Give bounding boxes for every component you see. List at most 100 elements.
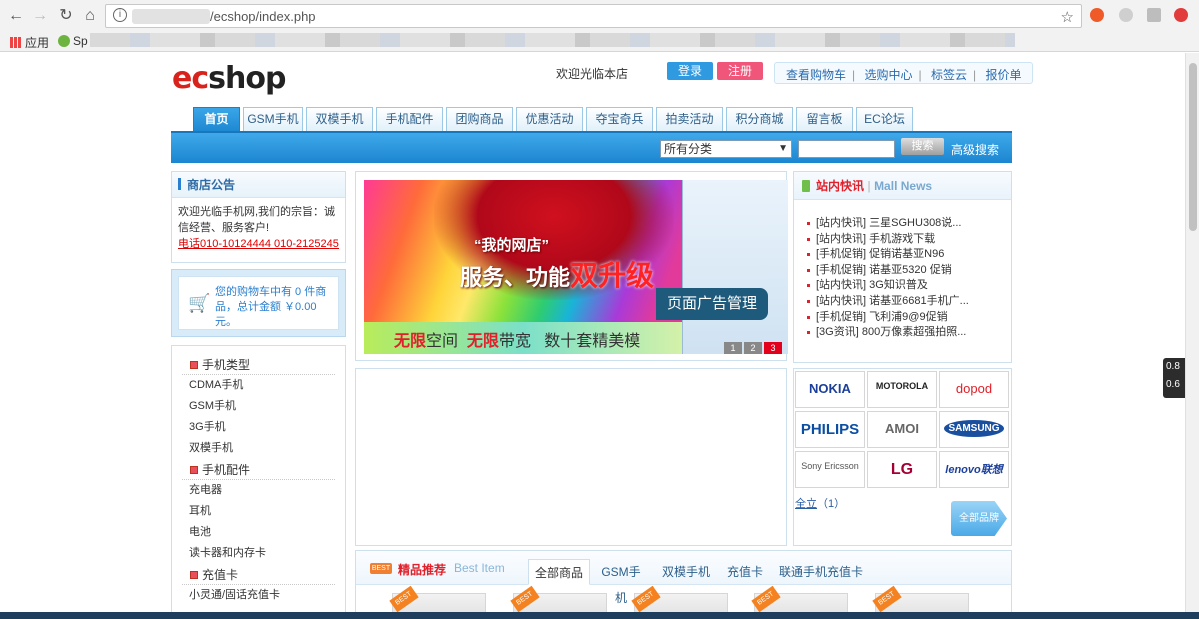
brand-sony-ericsson[interactable]: Sony Ericsson (795, 451, 865, 488)
banner-page-2[interactable]: 2 (744, 342, 762, 354)
extension-icon[interactable] (1090, 8, 1104, 22)
keyword-input[interactable] (798, 140, 895, 158)
web-page: ecshop 欢迎光临本店 登录 注册 查看购物车 | 选购中心 | 标签云 | 报价… (0, 53, 1185, 619)
category-item[interactable]: CDMA手机 (172, 375, 345, 396)
category-heading[interactable]: 手机配件 (182, 459, 335, 480)
news-item[interactable]: [站内快讯] 诺基亚6681手机广... (806, 294, 1006, 310)
brand-samsung[interactable]: SAMSUNG (939, 411, 1009, 448)
shopping-center-link[interactable]: 选购中心 (864, 68, 912, 82)
shopping-cart-icon[interactable]: 🛒 (188, 293, 210, 314)
home-icon[interactable]: ⌂ (80, 6, 100, 26)
view-cart-link[interactable]: 查看购物车 (786, 68, 846, 82)
news-item[interactable]: [手机促销] 诺基亚5320 促销 (806, 263, 1006, 279)
best-title-en: Best Item (454, 561, 505, 575)
brand-nokia[interactable]: NOKIA (795, 371, 865, 408)
news-item[interactable]: [手机促销] 促销诺基亚N96 (806, 247, 1006, 263)
info-icon[interactable]: i (113, 8, 127, 22)
cart-text[interactable]: 您的购物车中有 0 件商品，总计金额 ￥0.00元。 (215, 285, 337, 330)
brand-motorola[interactable]: MOTOROLA (867, 371, 937, 408)
category-item[interactable]: 读卡器和内存卡 (172, 543, 345, 564)
best-tag: BEST (510, 585, 540, 613)
brand-all-link[interactable]: 全立（1） (795, 495, 845, 511)
category-item[interactable]: 电池 (172, 522, 345, 543)
brand-amoi[interactable]: AMOI (867, 411, 937, 448)
register-button[interactable]: 注册 (717, 62, 763, 80)
notice-phone: 电话010-10124444 010-21252454 8 (178, 238, 339, 250)
login-button[interactable]: 登录 (667, 62, 713, 80)
search-button[interactable]: 搜索 (901, 138, 944, 155)
bookmark-apps[interactable]: 应用 (10, 34, 49, 51)
news-item[interactable]: [手机促销] 飞利浦9@9促销 (806, 310, 1006, 326)
vertical-scrollbar[interactable] (1185, 53, 1199, 619)
bookmark-spring[interactable]: Sp (58, 34, 88, 48)
best-tag: BEST (631, 585, 661, 613)
news-item[interactable]: [站内快讯] 手机游戏下载 (806, 232, 1006, 248)
all-brands-button[interactable]: 全部品牌 (951, 501, 1007, 536)
forward-icon[interactable]: → (30, 6, 50, 26)
brand-lg[interactable]: LG (867, 451, 937, 488)
extension-icon[interactable] (1119, 8, 1133, 22)
brand-lenovo[interactable]: lenovo联想 (939, 451, 1009, 488)
top-links: 查看购物车 | 选购中心 | 标签云 | 报价单 (774, 62, 1034, 84)
extension-icon[interactable] (1174, 8, 1188, 22)
category-select[interactable]: 所有分类 ▼ (660, 140, 792, 158)
tag-cloud-link[interactable]: 标签云 (931, 68, 967, 82)
nav-tab-dual[interactable]: 双模手机 (306, 107, 373, 131)
best-tag: BEST (751, 585, 781, 613)
best-tab-gsm[interactable]: GSM手机 (596, 559, 646, 605)
nav-tab-forum[interactable]: EC论坛 (856, 107, 913, 131)
category-heading[interactable]: 手机类型 (182, 354, 335, 375)
cart-summary: 🛒 您的购物车中有 0 件商品，总计金额 ￥0.00元。 (171, 269, 346, 337)
category-item[interactable]: 3G手机 (172, 417, 345, 438)
reload-icon[interactable]: ↻ (56, 6, 76, 26)
news-item[interactable]: [站内快讯] 三星SGHU308说... (806, 216, 1006, 232)
nav-tab-groupbuy[interactable]: 团购商品 (446, 107, 513, 131)
nav-tab-promotions[interactable]: 优惠活动 (516, 107, 583, 131)
nav-tab-points-mall[interactable]: 积分商城 (726, 107, 793, 131)
nav-tab-guestbook[interactable]: 留言板 (796, 107, 853, 131)
site-logo[interactable]: ecshop (172, 61, 286, 96)
square-bullet-icon (190, 466, 198, 474)
category-item[interactable]: 双模手机 (172, 438, 345, 459)
brand-philips[interactable]: PHILIPS (795, 411, 865, 448)
address-bar[interactable]: i /ecshop/index.php ☆ (105, 4, 1082, 28)
nav-tab-auction[interactable]: 拍卖活动 (656, 107, 723, 131)
news-item[interactable]: [站内快讯] 3G知识普及 (806, 278, 1006, 294)
scrollbar-thumb[interactable] (1189, 63, 1197, 231)
banner-page-1[interactable]: 1 (724, 342, 742, 354)
quote-link[interactable]: 报价单 (985, 68, 1021, 82)
square-bullet-icon (190, 361, 198, 369)
category-item[interactable]: GSM手机 (172, 396, 345, 417)
url-text: /ecshop/index.php (210, 9, 316, 24)
best-tab-card[interactable]: 充值卡 (723, 559, 767, 585)
category-item[interactable]: 小灵通/固话充值卡 (172, 585, 345, 606)
nav-tab-snatch[interactable]: 夺宝奇兵 (586, 107, 653, 131)
notice-text: 欢迎光临手机网,我们的宗旨：诚信经营、服务客户! (178, 206, 336, 234)
advanced-search-link[interactable]: 高级搜索 (951, 141, 999, 158)
banner-line1: “我的网店” (474, 237, 550, 254)
brand-panel: NOKIA MOTOROLA dopod PHILIPS AMOI SAMSUN… (793, 368, 1012, 546)
banner-image[interactable]: “我的网店” 服务、功能双升级 页面广告管理 无限空间 无限带宽 数十套精美模 … (364, 180, 788, 354)
back-icon[interactable]: ← (6, 6, 26, 26)
banner-page-3[interactable]: 3 (764, 342, 782, 354)
nav-tab-accessories[interactable]: 手机配件 (376, 107, 443, 131)
extension-icon[interactable] (1147, 8, 1161, 22)
best-tab-dual[interactable]: 双模手机 (656, 559, 716, 585)
nav-tab-home[interactable]: 首页 (193, 107, 240, 131)
category-heading[interactable]: 充值卡 (182, 564, 335, 585)
nav-tab-gsm[interactable]: GSM手机 (243, 107, 303, 131)
square-bullet-icon (190, 571, 198, 579)
brand-dopod[interactable]: dopod (939, 371, 1009, 408)
category-tree: 手机类型 CDMA手机 GSM手机 3G手机 双模手机 手机配件 充电器 耳机 … (171, 345, 346, 619)
spring-icon (58, 35, 70, 47)
apps-grid-icon (10, 37, 21, 48)
news-item[interactable]: [3G资讯] 800万像素超强拍照... (806, 325, 1006, 341)
news-icon (802, 180, 810, 192)
best-title: 精品推荐 (398, 563, 447, 577)
bookmark-star-icon[interactable]: ☆ (1061, 8, 1074, 26)
best-tab-all[interactable]: 全部商品 (528, 559, 590, 585)
category-item[interactable]: 充电器 (172, 480, 345, 501)
best-tab-unicom-card[interactable]: 联通手机充值卡 (776, 559, 866, 585)
best-tag: BEST (389, 585, 419, 613)
category-item[interactable]: 耳机 (172, 501, 345, 522)
